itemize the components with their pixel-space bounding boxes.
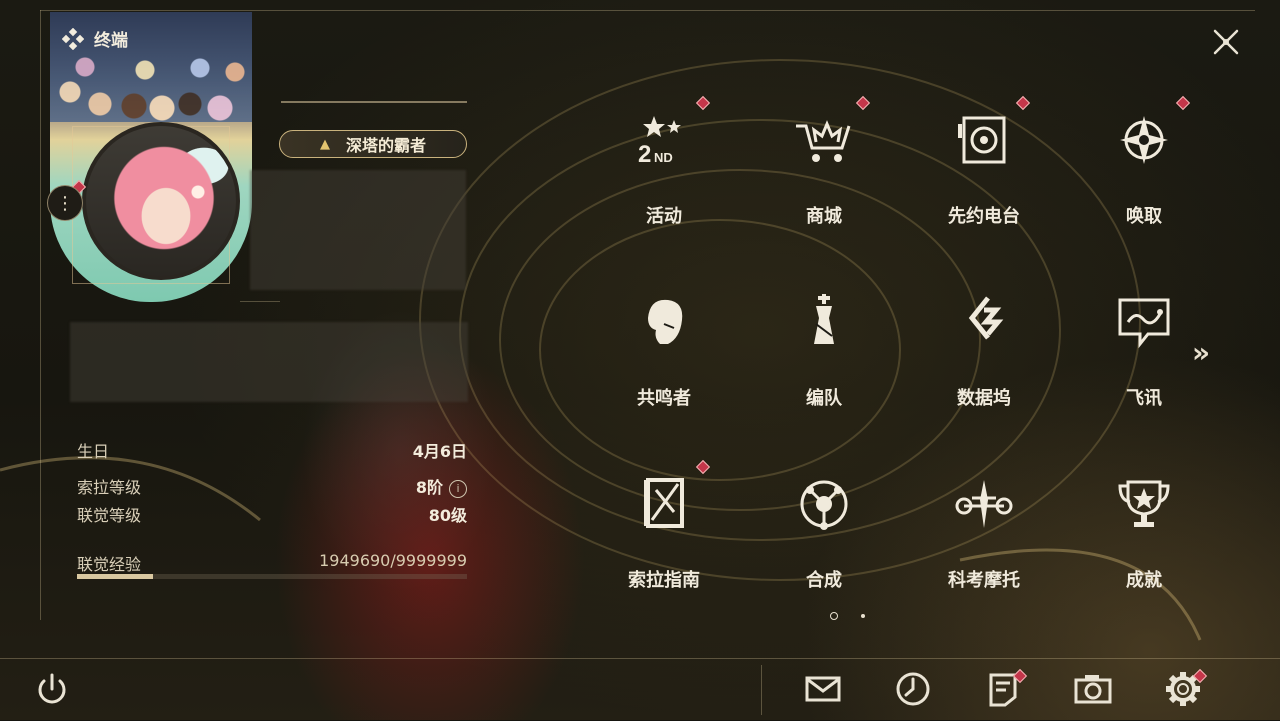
menu-item-team[interactable]: 编队 (744, 274, 904, 434)
exp-progress-fill (77, 574, 154, 579)
menu-item-label: 编队 (806, 388, 842, 409)
menu-badge (695, 95, 711, 111)
terminal-header: 终端 (62, 26, 128, 51)
menu-item-achievements[interactable]: 成就 (1064, 456, 1224, 616)
menu-item-convene[interactable]: 唤取 (1064, 92, 1224, 252)
menu-item-label: 共鸣者 (637, 388, 691, 409)
menu-item-synthesis[interactable]: 合成 (744, 456, 904, 616)
page-indicator-2[interactable] (861, 614, 865, 618)
menu-item-label: 合成 (806, 570, 842, 591)
info-birthday: 生日 4月6日 (77, 438, 467, 462)
menu-item-label: 索拉指南 (628, 570, 700, 591)
info-union-level: 联觉等级 80级 (77, 502, 467, 526)
settings-button[interactable] (1163, 668, 1208, 709)
mail-button[interactable] (803, 669, 843, 709)
power-icon (38, 673, 66, 704)
info-value: 4月6日 (412, 442, 467, 461)
info-icon[interactable]: i (449, 479, 467, 498)
bottom-bar (0, 658, 1280, 721)
shop-cart-crown-icon (796, 120, 851, 162)
svg-text:ND: ND (654, 150, 673, 165)
motorbike-icon (955, 480, 1013, 528)
menu-item-label: 商城 (806, 206, 842, 227)
exp-progress-bar (77, 574, 467, 579)
info-value: 80级 (428, 506, 467, 525)
menu-item-label: 成就 (1126, 570, 1162, 591)
menu-item-label: 科考摩托 (948, 570, 1020, 591)
resonator-portrait-icon (648, 299, 683, 344)
convene-star-icon (1120, 116, 1168, 164)
info-label: 生日 (77, 442, 110, 461)
close-button[interactable] (1208, 24, 1244, 60)
event-2nd-anniversary-icon: 2 ND (638, 116, 681, 168)
clock-button[interactable] (893, 669, 933, 709)
terminal-diamond-icon (62, 27, 84, 50)
menu-badge (855, 95, 871, 111)
title-badge[interactable]: ▲ 深塔的霸者 (279, 130, 467, 158)
menu-badge (695, 459, 711, 475)
menu-item-label: 先约电台 (948, 206, 1020, 227)
top-frame-line (40, 10, 1255, 11)
title-badge-label: 深塔的霸者 (345, 136, 426, 155)
info-sol-rank: 索拉等级 8阶 i (77, 474, 467, 498)
svg-text:2: 2 (638, 141, 651, 168)
menu-item-shop[interactable]: 商城 (744, 92, 904, 252)
portrait-divider (240, 301, 280, 302)
terminal-title: 终端 (94, 31, 128, 51)
title-triangle-icon: ▲ (319, 136, 330, 152)
data-bank-icon (968, 296, 1004, 340)
left-frame-line (40, 10, 41, 620)
exp-label: 联觉经验 (77, 555, 142, 574)
close-icon (1213, 29, 1239, 55)
mail-icon (805, 676, 841, 702)
next-page-button[interactable]: » (1192, 336, 1210, 369)
more-vertical-icon: ⋮ (56, 192, 74, 214)
team-chess-icon (814, 294, 834, 344)
bottom-divider (761, 665, 762, 715)
guidebook-icon (644, 478, 684, 528)
radio-icon (958, 116, 1006, 164)
camera-button[interactable] (1073, 669, 1113, 709)
info-value: 8阶 (415, 478, 443, 497)
page-indicator-1[interactable] (830, 612, 838, 620)
menu-badge (1175, 95, 1191, 111)
avatar[interactable] (82, 122, 240, 280)
menu-item-event[interactable]: 2 ND 活动 (584, 92, 744, 252)
menu-item-label: 唤取 (1126, 206, 1162, 227)
synthesis-icon (800, 480, 848, 530)
clock-icon (896, 672, 930, 706)
power-button[interactable] (32, 669, 72, 709)
notice-button[interactable] (983, 668, 1028, 709)
menu-item-label: 活动 (646, 206, 682, 227)
menu-grid: 2 ND 活动 商城 先约电台 唤取 共鸣者 编队 数据坞 飞讯 索拉指南 合成… (584, 92, 1191, 612)
menu-item-label: 数据坞 (957, 388, 1011, 409)
hidden-signature-block[interactable] (70, 322, 468, 402)
profile-more-button[interactable]: ⋮ (47, 185, 83, 221)
exp-value: 1949690/9999999 (319, 551, 467, 570)
menu-badge (1015, 95, 1031, 111)
menu-item-radio[interactable]: 先约电台 (904, 92, 1064, 252)
menu-item-label: 飞讯 (1126, 388, 1162, 409)
info-label: 联觉等级 (77, 506, 142, 525)
message-chat-icon (1118, 298, 1170, 349)
trophy-icon (1118, 480, 1170, 527)
menu-item-resonators[interactable]: 共鸣者 (584, 274, 744, 434)
info-union-exp: 联觉经验 1949690/9999999 (77, 551, 467, 575)
header-divider (281, 101, 467, 103)
menu-item-databank[interactable]: 数据坞 (904, 274, 1064, 434)
info-label: 索拉等级 (77, 478, 142, 497)
camera-icon (1074, 675, 1112, 704)
menu-item-motorbike[interactable]: 科考摩托 (904, 456, 1064, 616)
menu-item-guidebook[interactable]: 索拉指南 (584, 456, 744, 616)
hidden-name-block (250, 170, 466, 290)
